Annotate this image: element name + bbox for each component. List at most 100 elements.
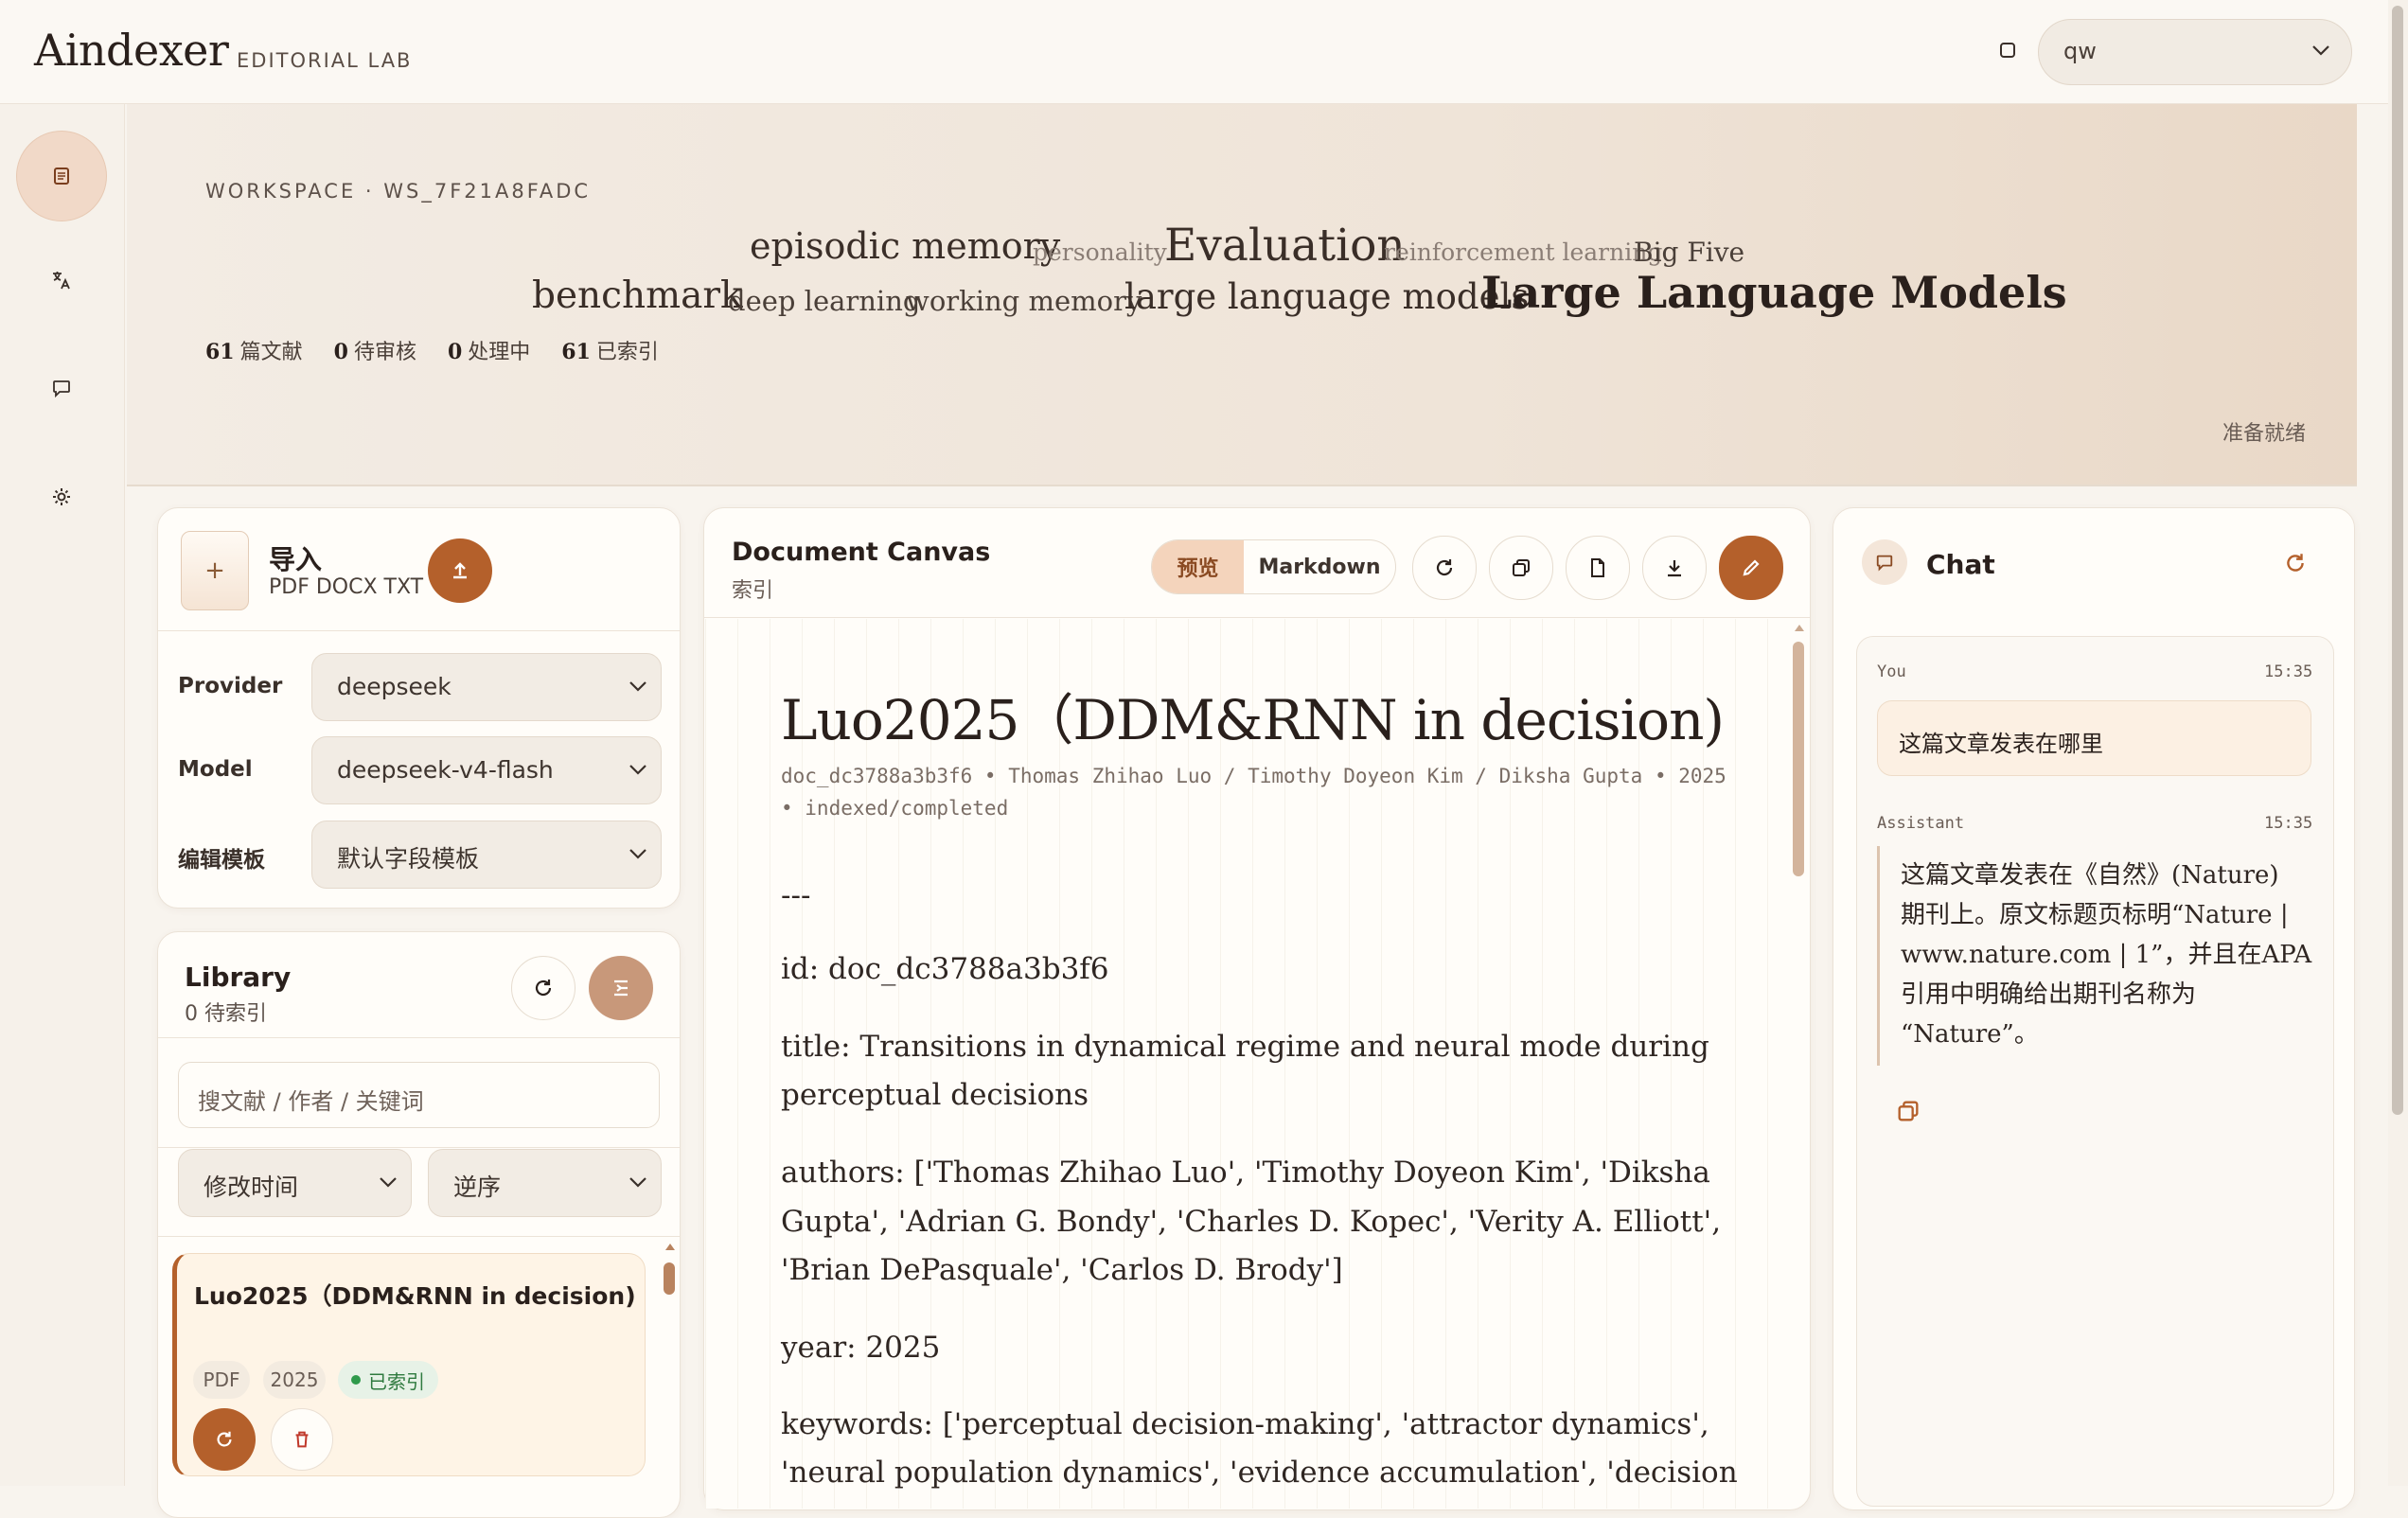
file-type-badge: PDF	[193, 1361, 250, 1399]
library-title: Library	[185, 962, 292, 993]
tag-episodic-memory[interactable]: episodic memory	[750, 225, 1060, 267]
library-search-input[interactable]: 搜文献 / 作者 / 关键词	[178, 1062, 660, 1128]
tag-personality[interactable]: personality	[1033, 238, 1167, 266]
upload-button[interactable]	[428, 538, 492, 603]
tag-large-language-models[interactable]: Large Language Models	[1481, 267, 2067, 318]
doc-line-keywords-cont: 'neural population dynamics', 'evidence …	[781, 1456, 1738, 1490]
reload-button[interactable]	[1412, 536, 1477, 600]
chat-title: Chat	[1926, 549, 1995, 580]
chevron-down-icon	[2311, 44, 2330, 56]
canvas-scroll-thumb[interactable]	[1793, 642, 1804, 876]
nav-translate[interactable]	[16, 235, 107, 326]
doc-line-keywords: keywords: ['perceptual decision-making',…	[781, 1407, 1709, 1441]
assistant-message-line: 期刊上。原文标题页标明“Nature |	[1901, 901, 2289, 929]
tag-reinforcement-learning[interactable]: reinforcement learning	[1384, 238, 1662, 266]
import-formats: PDF DOCX TXT	[269, 575, 424, 599]
year-badge: 2025	[263, 1361, 326, 1399]
workspace-stats: 61 篇文献 0 待审核 0 处理中 61 已索引	[205, 335, 683, 365]
status-text: 准备就绪	[2222, 422, 2307, 446]
chevron-down-icon	[629, 848, 647, 859]
canvas-title: Document Canvas	[732, 538, 991, 567]
refresh-icon	[2283, 551, 2308, 575]
document-meta-status: • indexed/completed	[781, 797, 1009, 820]
model-label: Model	[178, 757, 253, 782]
doc-line-authors: authors: ['Thomas Zhihao Luo', 'Timothy …	[781, 1156, 1710, 1190]
tab-preview[interactable]: 预览	[1152, 540, 1244, 593]
model-select[interactable]: deepseek-v4-flash	[311, 736, 662, 804]
doc-line-authors-cont: 'Brian DePasquale', 'Carlos D. Brody']	[781, 1253, 1343, 1287]
provider-value: deepseek	[337, 673, 452, 700]
user-role-label: You	[1877, 662, 1906, 681]
chevron-down-icon	[629, 680, 647, 692]
library-item-title: Luo2025（DDM&RNN in decision)	[194, 1282, 636, 1310]
file-button[interactable]	[1566, 536, 1630, 600]
stat-pending-review: 0 待审核	[333, 340, 416, 364]
doc-line-separator: ---	[781, 878, 811, 912]
download-button[interactable]	[1642, 536, 1707, 600]
stat-documents: 61 篇文献	[205, 340, 303, 364]
doc-line-title: title: Transitions in dynamical regime a…	[781, 1030, 1709, 1064]
status-dot	[351, 1375, 361, 1385]
chevron-down-icon	[629, 764, 647, 775]
tag-deep-learning[interactable]: deep learning	[728, 285, 920, 317]
library-scroll-thumb[interactable]	[664, 1262, 675, 1295]
tag-big-five[interactable]: Big Five	[1634, 237, 1744, 268]
divider	[158, 1147, 680, 1148]
pencil-icon	[1740, 556, 1762, 579]
delete-button[interactable]	[271, 1408, 333, 1471]
sort-order-value: 逆序	[453, 1174, 502, 1201]
tag-benchmark[interactable]: benchmark	[532, 274, 743, 317]
model-value: deepseek-v4-flash	[337, 756, 554, 784]
user-timestamp: 15:35	[2264, 662, 2313, 681]
tag-large-language-models-lower[interactable]: large language models	[1124, 276, 1529, 317]
upload-icon	[449, 559, 471, 582]
copy-button[interactable]	[1489, 536, 1553, 600]
translate-icon	[50, 269, 73, 291]
sort-field-select[interactable]: 修改时间	[178, 1149, 412, 1217]
assistant-message-line: “Nature”。	[1901, 1020, 2039, 1049]
batch-action-button[interactable]	[589, 956, 653, 1020]
copy-icon	[1895, 1098, 1921, 1124]
nav-documents[interactable]	[16, 131, 107, 221]
tag-working-memory[interactable]: working memory	[906, 285, 1142, 317]
new-chat-button[interactable]	[2283, 551, 2308, 575]
user-select-value: qw	[2063, 38, 2097, 64]
doc-line-year: year: 2025	[781, 1331, 941, 1365]
copy-message-button[interactable]	[1895, 1098, 1921, 1124]
refresh-library-button[interactable]	[511, 956, 575, 1020]
library-pending-count: 0 待索引	[185, 1002, 267, 1026]
canvas-subtitle: 索引	[732, 579, 774, 603]
edit-button[interactable]	[1719, 536, 1783, 600]
provider-select[interactable]: deepseek	[311, 653, 662, 721]
nav-settings[interactable]	[16, 451, 107, 542]
window-icon[interactable]	[1997, 40, 2018, 61]
assistant-quote-bar	[1877, 846, 1880, 1066]
tab-markdown[interactable]: Markdown	[1244, 540, 1395, 593]
nav-chat[interactable]	[16, 343, 107, 433]
search-placeholder: 搜文献 / 作者 / 关键词	[198, 1088, 424, 1115]
assistant-role-label: Assistant	[1877, 814, 1965, 833]
document-icon	[51, 166, 72, 186]
user-select[interactable]: qw	[2038, 19, 2352, 85]
sort-order-select[interactable]: 逆序	[428, 1149, 662, 1217]
reindex-button[interactable]	[193, 1408, 256, 1471]
doc-line-id: id: doc_dc3788a3b3f6	[781, 952, 1109, 986]
document-meta: doc_dc3788a3b3f6 • Thomas Zhihao Luo / T…	[781, 765, 1726, 787]
chevron-down-icon	[629, 1176, 647, 1188]
add-file-button[interactable]: +	[181, 531, 249, 610]
doc-line-authors-cont: Gupta', 'Adrian G. Bondy', 'Charles D. K…	[781, 1205, 1722, 1239]
refresh-icon	[1433, 556, 1456, 579]
template-select[interactable]: 默认字段模板	[311, 821, 662, 889]
trash-icon	[292, 1429, 312, 1450]
assistant-message-line: 引用中明确给出期刊名称为	[1901, 980, 2197, 1009]
template-label: 编辑模板	[178, 848, 265, 873]
tag-evaluation[interactable]: Evaluation	[1164, 220, 1406, 272]
divider	[158, 630, 680, 631]
assistant-message-line: www.nature.com | 1”，并且在APA	[1901, 941, 2312, 969]
window-scroll-thumb[interactable]	[2392, 6, 2403, 1115]
divider	[158, 1236, 680, 1237]
app-logo: Aindexer	[34, 25, 229, 76]
sort-icon	[610, 977, 632, 999]
chevron-down-icon	[379, 1176, 398, 1188]
divider	[704, 617, 1810, 618]
